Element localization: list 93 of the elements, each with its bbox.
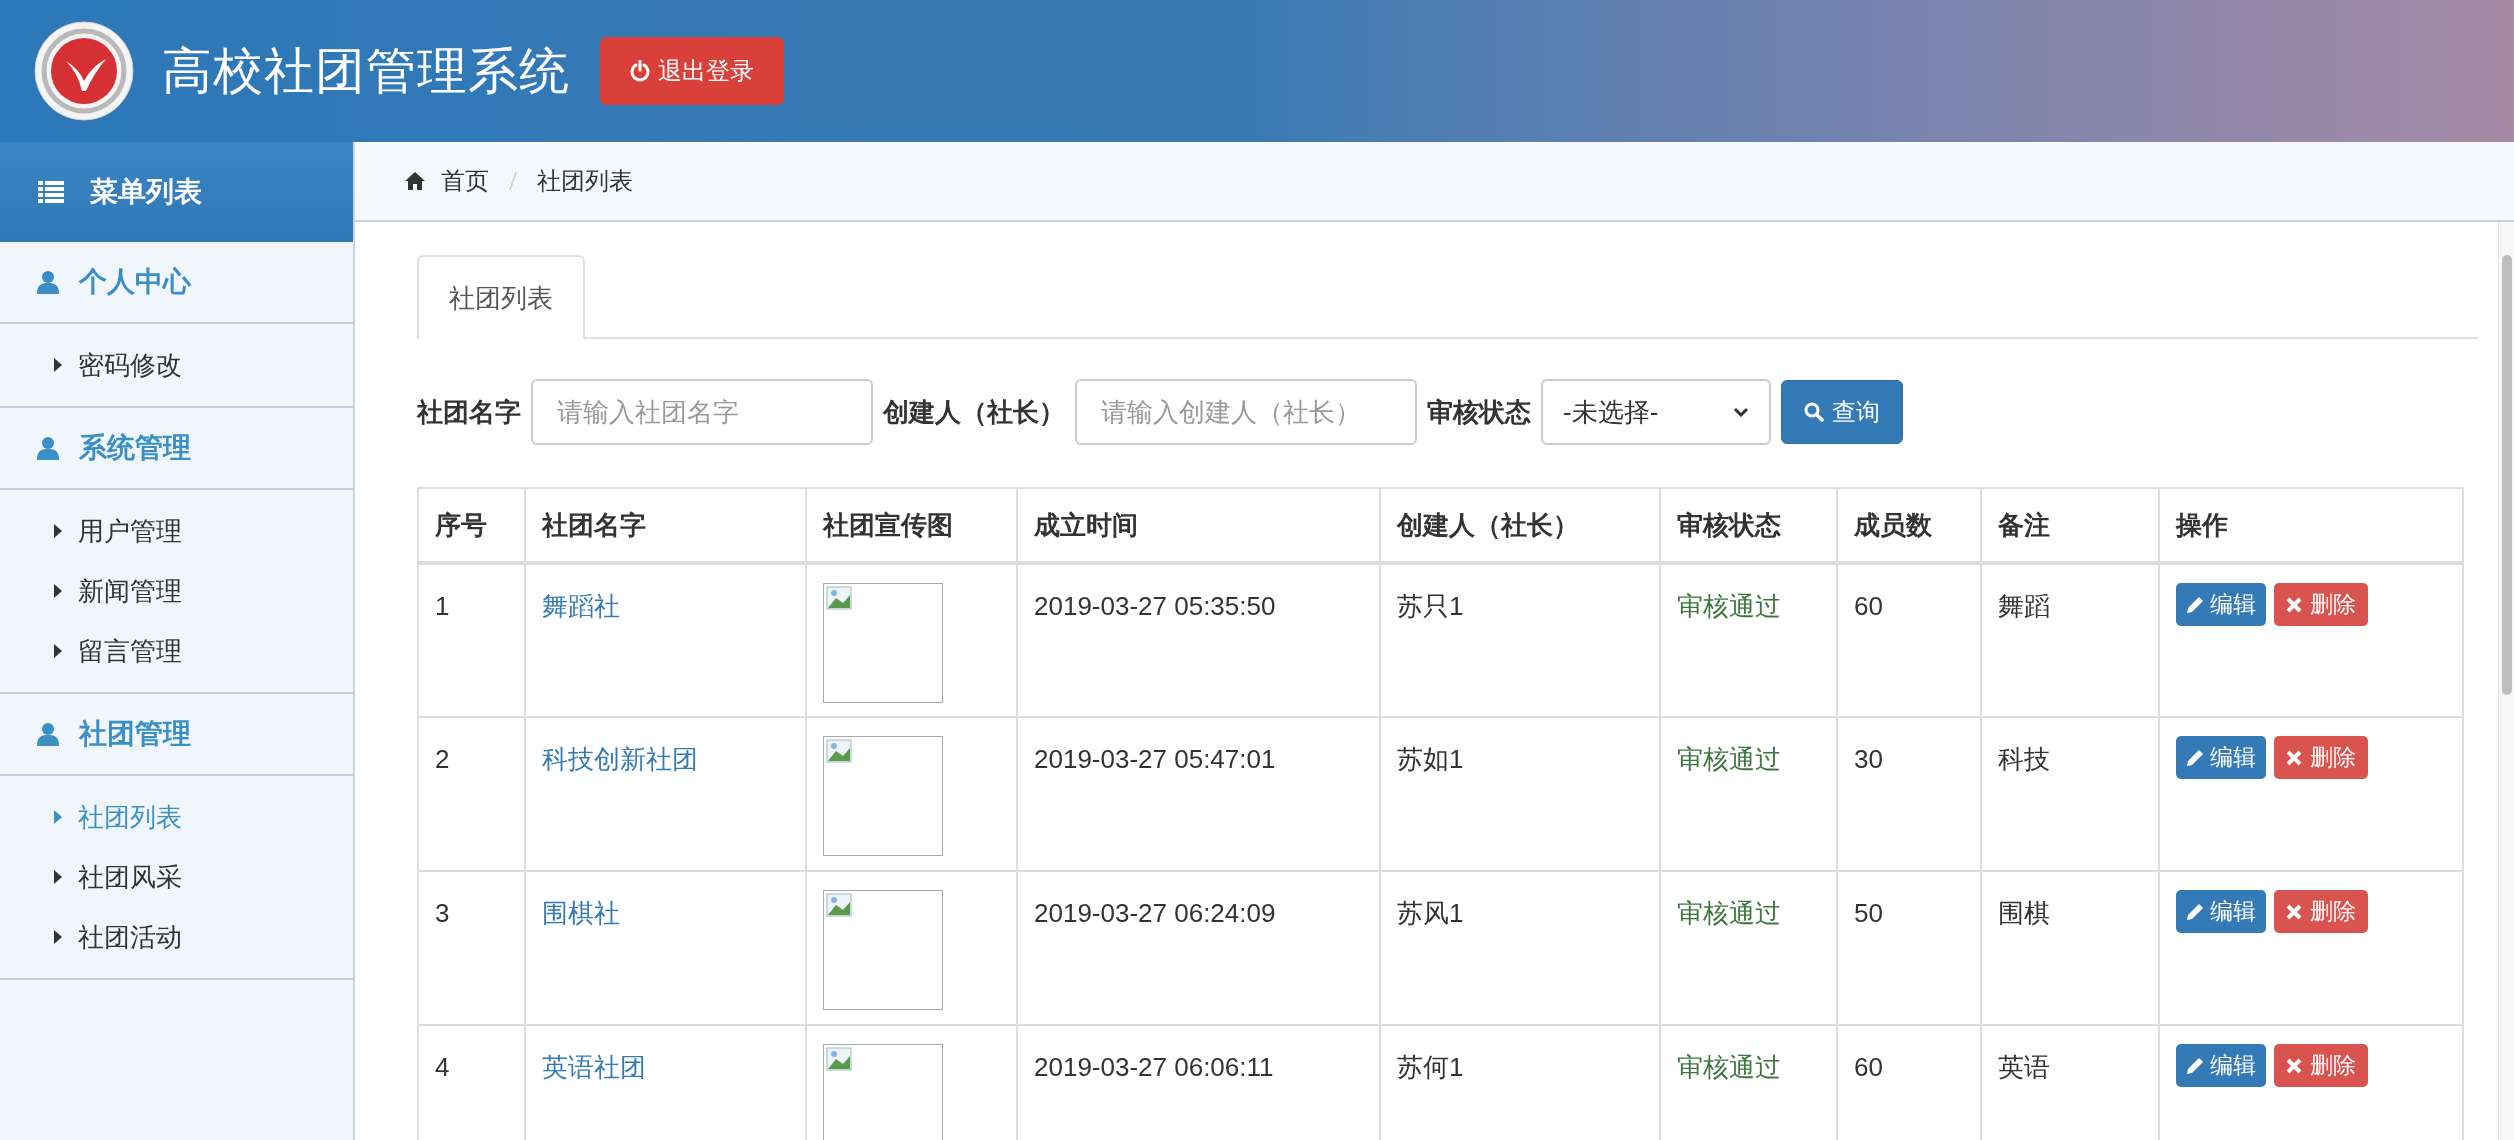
power-icon [630, 60, 650, 82]
menu-group-heading[interactable]: 个人中心 [79, 261, 191, 303]
filter-label: 社团名字 [417, 395, 521, 429]
table-cell: 30 [1837, 717, 1981, 871]
search-button[interactable]: 查询 [1781, 380, 1903, 444]
column-header: 序号 [418, 488, 525, 563]
edit-button[interactable]: 编辑 [2176, 1044, 2266, 1087]
home-icon [405, 172, 425, 190]
search-icon [1804, 402, 1824, 422]
sidebar-title: 菜单列表 [90, 175, 202, 209]
user-icon [37, 270, 59, 294]
caret-icon [54, 870, 62, 884]
logo-emblem-icon [34, 21, 134, 121]
user-icon [37, 722, 59, 746]
table-cell: 苏只1 [1380, 563, 1660, 717]
list-icon [38, 181, 64, 203]
table-cell: 审核通过 [1660, 717, 1837, 871]
filter-input[interactable]: 请输入社团名字 [531, 379, 873, 445]
pencil-icon [2186, 1056, 2204, 1075]
close-icon [2286, 1057, 2302, 1074]
chevron-down-icon [1733, 407, 1749, 417]
table-cell: 3 [418, 871, 525, 1025]
table-cell: 1 [418, 563, 525, 717]
delete-button[interactable]: 删除 [2274, 736, 2368, 779]
menu-item[interactable]: 用户管理 [0, 501, 353, 561]
club-name-link[interactable]: 舞蹈社 [542, 591, 620, 621]
app-title: 高校社团管理系统 [162, 41, 570, 101]
menu-item[interactable]: 社团风采 [0, 847, 353, 907]
table-cell: 审核通过 [1660, 871, 1837, 1025]
table-cell: 围棋 [1981, 871, 2159, 1025]
table-cell: 苏如1 [1380, 717, 1660, 871]
menu-group-heading[interactable]: 社团管理 [79, 713, 191, 755]
column-header: 成员数 [1837, 488, 1981, 563]
breadcrumb-link[interactable]: 首页 [441, 163, 489, 199]
column-header: 备注 [1981, 488, 2159, 563]
menu-item[interactable]: 新闻管理 [0, 561, 353, 621]
column-header: 社团名字 [525, 488, 806, 563]
club-name-link[interactable]: 英语社团 [542, 1052, 646, 1082]
breadcrumb-link[interactable]: 社团列表 [537, 163, 633, 199]
menu-item[interactable]: 密码修改 [0, 335, 353, 395]
menu-item[interactable]: 社团活动 [0, 907, 353, 967]
column-header: 操作 [2159, 488, 2463, 563]
club-name-link[interactable]: 科技创新社团 [542, 744, 698, 774]
caret-icon [54, 810, 62, 824]
table-cell: 科技 [1981, 717, 2159, 871]
club-name-link[interactable]: 围棋社 [542, 898, 620, 928]
table-cell: 60 [1837, 563, 1981, 717]
edit-button[interactable]: 编辑 [2176, 890, 2266, 933]
edit-button[interactable]: 编辑 [2176, 736, 2266, 779]
column-header: 社团宣传图 [806, 488, 1017, 563]
table-cell: 2019-03-27 05:35:50 [1017, 563, 1380, 717]
caret-icon [54, 930, 62, 944]
menu-item[interactable]: 社团列表 [0, 787, 353, 847]
column-header: 成立时间 [1017, 488, 1380, 563]
column-header: 创建人（社长） [1380, 488, 1660, 563]
delete-button[interactable]: 删除 [2274, 583, 2368, 626]
caret-icon [54, 358, 62, 372]
filter-input[interactable]: 请输入创建人（社长） [1075, 379, 1417, 445]
table-cell: 4 [418, 1025, 525, 1140]
filter-label: 审核状态 [1427, 395, 1531, 429]
menu-group-heading[interactable]: 系统管理 [79, 427, 191, 469]
broken-image-icon [823, 1044, 943, 1140]
table-cell: 苏风1 [1380, 871, 1660, 1025]
logout-button[interactable]: 退出登录 [600, 37, 784, 105]
user-icon [37, 436, 59, 460]
status-select[interactable]: -未选择- [1541, 379, 1771, 445]
menu-item[interactable]: 留言管理 [0, 621, 353, 681]
table-cell: 舞蹈 [1981, 563, 2159, 717]
caret-icon [54, 524, 62, 538]
close-icon [2286, 749, 2302, 766]
pencil-icon [2186, 595, 2204, 614]
scrollbar-thumb[interactable] [2501, 255, 2512, 695]
column-header: 审核状态 [1660, 488, 1837, 563]
delete-button[interactable]: 删除 [2274, 1044, 2368, 1087]
broken-image-icon [823, 583, 943, 703]
tab[interactable]: 社团列表 [417, 255, 585, 339]
table-cell: 2019-03-27 05:47:01 [1017, 717, 1380, 871]
table-cell: 2019-03-27 06:24:09 [1017, 871, 1380, 1025]
table-cell: 审核通过 [1660, 563, 1837, 717]
breadcrumb-separator [509, 171, 517, 191]
filter-label: 创建人（社长） [883, 395, 1065, 429]
broken-image-icon [823, 736, 943, 856]
table-cell: 2 [418, 717, 525, 871]
caret-icon [54, 644, 62, 658]
edit-button[interactable]: 编辑 [2176, 583, 2266, 626]
pencil-icon [2186, 748, 2204, 767]
caret-icon [54, 584, 62, 598]
delete-button[interactable]: 删除 [2274, 890, 2368, 933]
broken-image-icon [823, 890, 943, 1010]
pencil-icon [2186, 902, 2204, 921]
table-cell: 50 [1837, 871, 1981, 1025]
close-icon [2286, 596, 2302, 613]
close-icon [2286, 903, 2302, 920]
